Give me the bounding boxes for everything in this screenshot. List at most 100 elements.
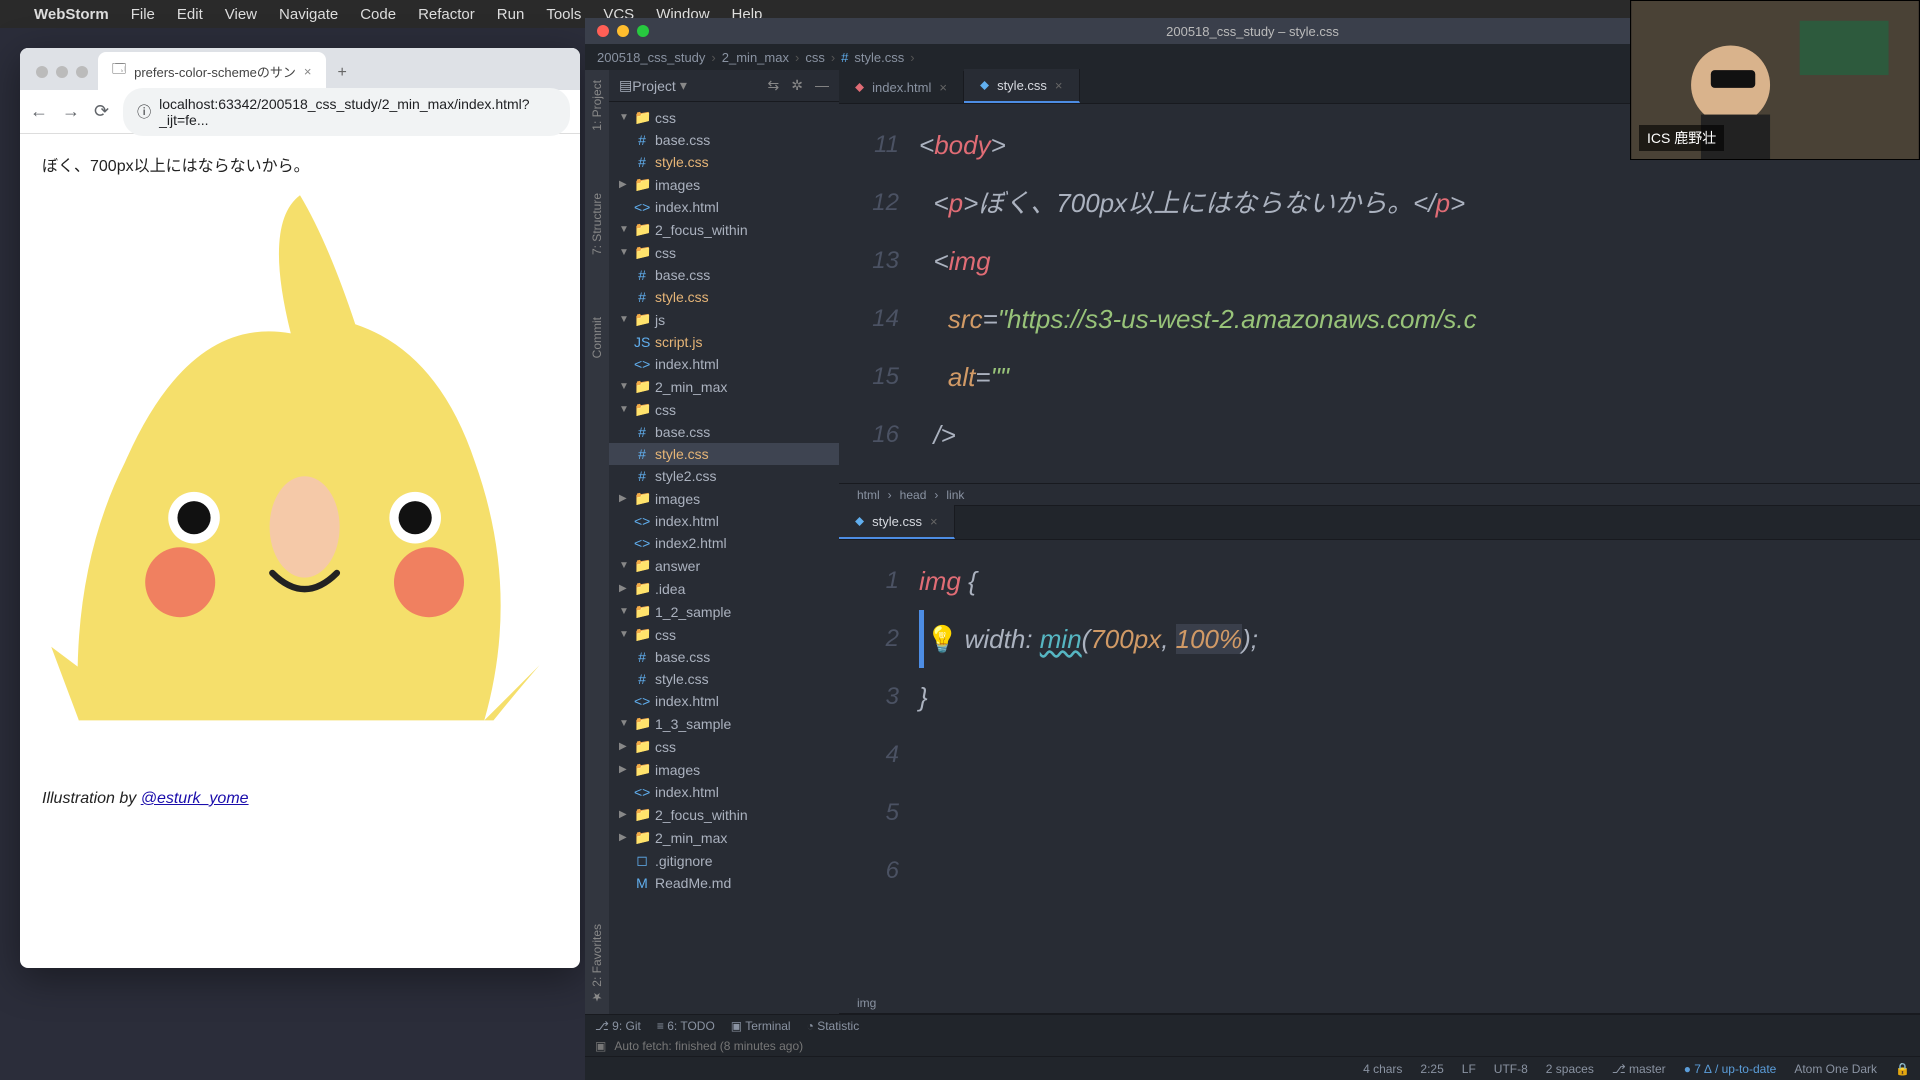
status-updates[interactable]: ● 7 ∆ / up-to-date xyxy=(1684,1062,1777,1076)
editor-tab-style-bottom[interactable]: ⬥style.css× xyxy=(839,505,955,539)
tool-window-bar[interactable]: ⎇ 9: Git ≡ 6: TODO ▣ Terminal ◔ Statisti… xyxy=(585,1014,1920,1036)
tree-row[interactable]: <>index.html xyxy=(609,781,839,803)
tree-row[interactable]: ▶📁css xyxy=(609,735,839,758)
statistic-tool[interactable]: ◔ Statistic xyxy=(807,1019,860,1033)
page-image xyxy=(42,186,558,776)
git-tool[interactable]: ⎇ 9: Git xyxy=(595,1019,641,1033)
close-icon[interactable]: × xyxy=(1055,78,1063,93)
menu-refactor[interactable]: Refactor xyxy=(418,6,475,23)
status-lineend[interactable]: LF xyxy=(1462,1062,1476,1076)
tree-row[interactable]: #base.css xyxy=(609,646,839,668)
close-icon[interactable]: × xyxy=(939,80,947,95)
tree-row[interactable]: JSscript.js xyxy=(609,331,839,353)
css-breadcrumb[interactable]: img xyxy=(839,992,1920,1014)
tree-row[interactable]: #base.css xyxy=(609,421,839,443)
tree-row[interactable]: ▶📁images xyxy=(609,487,839,510)
tree-row[interactable]: ▶📁.idea xyxy=(609,577,839,600)
tree-row[interactable]: <>index.html xyxy=(609,196,839,218)
project-tool-button[interactable]: 1: Project xyxy=(590,80,604,131)
editor-breadcrumb[interactable]: html›head›link xyxy=(839,484,1920,506)
tree-row[interactable]: <>index.html xyxy=(609,510,839,532)
collapse-icon[interactable]: ⇆ xyxy=(768,77,780,94)
status-theme[interactable]: Atom One Dark xyxy=(1794,1062,1877,1076)
menu-tools[interactable]: Tools xyxy=(546,6,581,23)
editor-bottom[interactable]: 123456 img { 💡width: min(700px, 100%); } xyxy=(839,540,1920,992)
settings-icon[interactable]: ✲ xyxy=(791,77,803,94)
tool-rail-left[interactable]: 1: Project 7: Structure Commit ★ 2: Favo… xyxy=(585,70,609,1014)
window-controls[interactable] xyxy=(585,25,661,37)
tree-row[interactable]: #style.css xyxy=(609,286,839,308)
tree-row[interactable]: #style.css xyxy=(609,443,839,465)
back-button[interactable]: ← xyxy=(30,101,48,122)
window-controls[interactable] xyxy=(26,66,98,78)
tree-row[interactable]: #base.css xyxy=(609,129,839,151)
tree-row[interactable]: ▶📁2_min_max xyxy=(609,826,839,849)
project-header[interactable]: ▤ Project ▾ ⇆✲— xyxy=(609,70,839,102)
editor-tab-index[interactable]: ⬥index.html× xyxy=(839,71,964,103)
tree-row[interactable]: ▶📁images xyxy=(609,173,839,196)
status-caret[interactable]: 2:25 xyxy=(1420,1062,1443,1076)
image-credit: Illustration by @esturk_yome xyxy=(42,790,558,808)
tree-row[interactable]: <>index.html xyxy=(609,353,839,375)
tree-row[interactable]: <>index2.html xyxy=(609,532,839,554)
tree-row[interactable]: #style.css xyxy=(609,151,839,173)
menu-run[interactable]: Run xyxy=(497,6,525,23)
editor-tab-style[interactable]: ⬥style.css× xyxy=(964,69,1080,103)
hide-icon[interactable]: — xyxy=(815,77,829,94)
tree-row[interactable]: #style2.css xyxy=(609,465,839,487)
bulb-icon[interactable]: 💡 xyxy=(926,624,958,654)
tree-row[interactable]: #base.css xyxy=(609,264,839,286)
todo-tool[interactable]: ≡ 6: TODO xyxy=(657,1019,715,1033)
tree-row[interactable]: ▼📁css xyxy=(609,241,839,264)
code-body[interactable]: img { 💡width: min(700px, 100%); } xyxy=(919,540,1258,992)
address-bar[interactable]: ⓘ localhost:63342/200518_css_study/2_min… xyxy=(123,88,570,136)
tree-row[interactable]: ▼📁js xyxy=(609,308,839,331)
tree-row[interactable]: ▼📁css xyxy=(609,106,839,129)
reload-button[interactable]: ⟳ xyxy=(94,101,109,122)
tree-row[interactable]: ▼📁2_focus_within xyxy=(609,218,839,241)
status-lock-icon[interactable]: 🔒 xyxy=(1895,1062,1910,1076)
menu-edit[interactable]: Edit xyxy=(177,6,203,23)
tree-row[interactable]: ▶📁2_focus_within xyxy=(609,803,839,826)
menu-code[interactable]: Code xyxy=(360,6,396,23)
ide-window: 200518_css_study – style.css 200518_css_… xyxy=(585,18,1920,1080)
tree-row[interactable]: ▶📁images xyxy=(609,758,839,781)
page-text: ぼく、700px以上にはならないから。 xyxy=(42,152,558,176)
menu-file[interactable]: File xyxy=(131,6,155,23)
tree-row[interactable]: MReadMe.md xyxy=(609,872,839,894)
tree-row[interactable]: <>index.html xyxy=(609,690,839,712)
status-encoding[interactable]: UTF-8 xyxy=(1494,1062,1528,1076)
editor-area: ⬥index.html× ⬥style.css× 111213141516 <b… xyxy=(839,70,1920,1014)
code-body[interactable]: <body> <p>ぼく、700px以上にはならないから。</p> <img s… xyxy=(919,104,1477,483)
info-icon[interactable]: ⓘ xyxy=(137,102,151,122)
tab-title: prefers-color-schemeのサン xyxy=(134,62,296,81)
tree-row[interactable]: #style.css xyxy=(609,668,839,690)
status-indent[interactable]: 2 spaces xyxy=(1546,1062,1594,1076)
status-branch[interactable]: ⎇ master xyxy=(1612,1062,1666,1076)
project-tree[interactable]: ▼📁css#base.css#style.css▶📁images<>index.… xyxy=(609,102,839,904)
browser-toolbar: ← → ⟳ ⓘ localhost:63342/200518_css_study… xyxy=(20,90,580,134)
gutter: 111213141516 xyxy=(839,104,919,483)
menu-view[interactable]: View xyxy=(225,6,257,23)
favorites-tool-button[interactable]: ★ 2: Favorites xyxy=(590,924,604,1004)
tree-row[interactable]: ▼📁1_3_sample xyxy=(609,712,839,735)
tree-row[interactable]: ▼📁answer xyxy=(609,554,839,577)
tree-row[interactable]: ▼📁css xyxy=(609,398,839,421)
close-icon[interactable]: × xyxy=(930,514,938,529)
terminal-tool[interactable]: ▣ Terminal xyxy=(731,1019,791,1033)
credit-link[interactable]: @esturk_yome xyxy=(141,790,249,807)
tree-row[interactable]: ▼📁1_2_sample xyxy=(609,600,839,623)
tree-row[interactable]: ▼📁2_min_max xyxy=(609,375,839,398)
commit-tool-button[interactable]: Commit xyxy=(590,317,604,358)
tree-row[interactable]: ◻.gitignore xyxy=(609,849,839,872)
browser-tab[interactable]: 🗔 prefers-color-schemeのサン × xyxy=(98,52,326,90)
forward-button[interactable]: → xyxy=(62,101,80,122)
auto-fetch-status: ▣ Auto fetch: finished (8 minutes ago) xyxy=(585,1036,1920,1056)
menu-navigate[interactable]: Navigate xyxy=(279,6,338,23)
close-icon[interactable]: × xyxy=(304,64,312,79)
structure-tool-button[interactable]: 7: Structure xyxy=(590,193,604,255)
status-chars: 4 chars xyxy=(1363,1062,1402,1076)
app-name[interactable]: WebStorm xyxy=(34,6,109,23)
tree-row[interactable]: ▼📁css xyxy=(609,623,839,646)
new-tab-button[interactable]: + xyxy=(326,56,359,90)
